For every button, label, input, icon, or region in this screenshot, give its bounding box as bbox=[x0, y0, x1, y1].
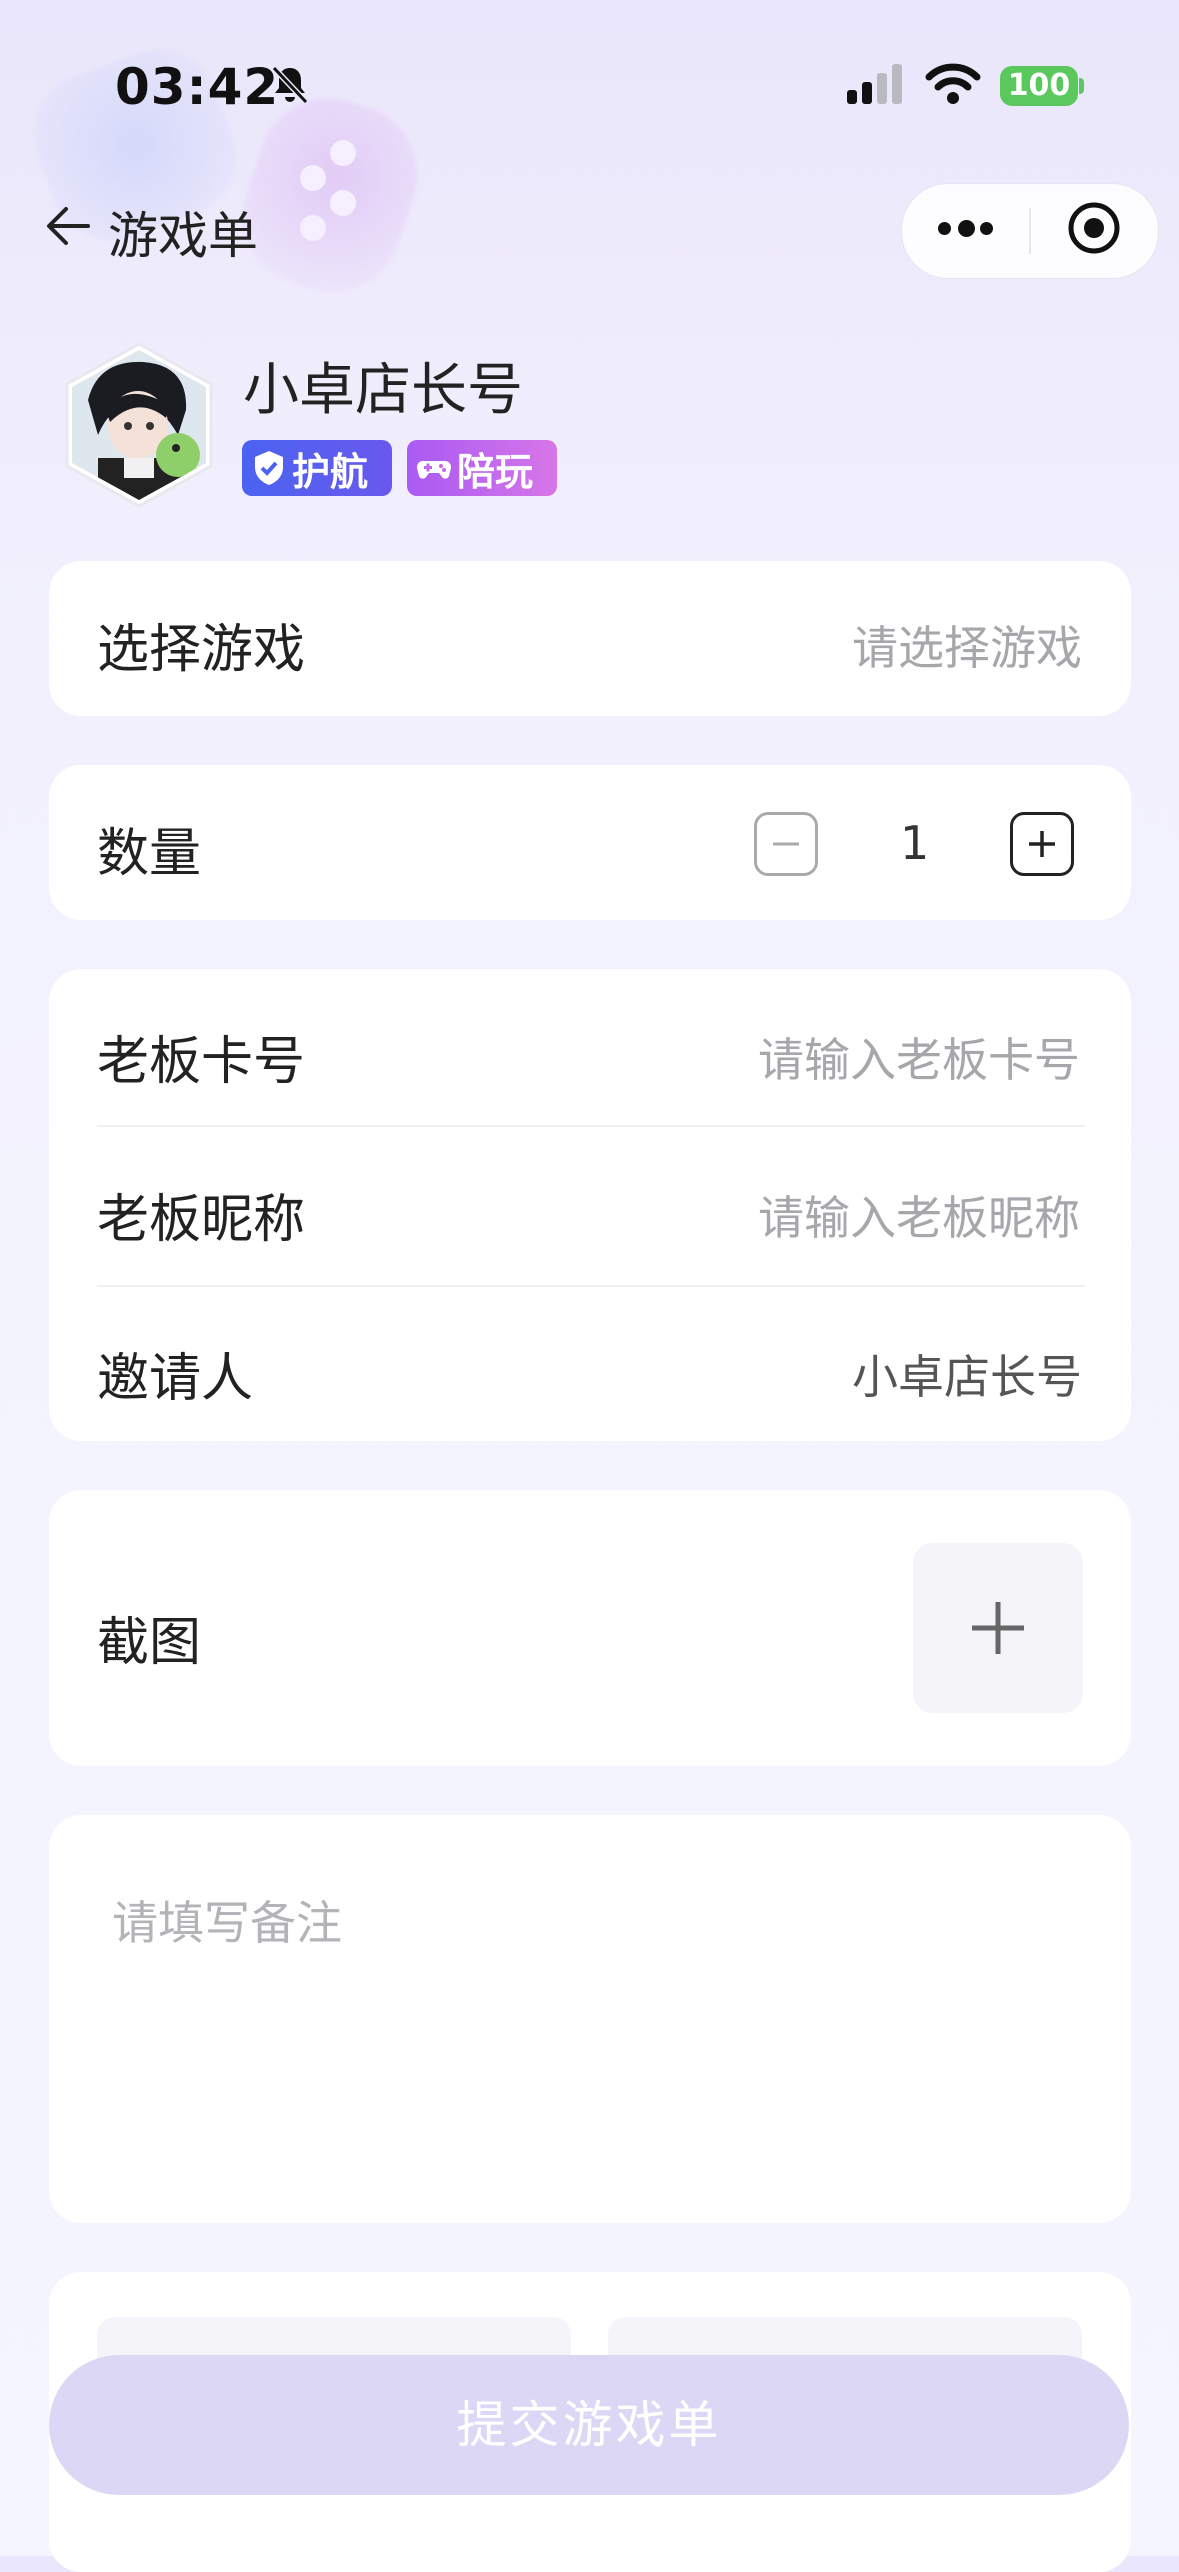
more-icon[interactable] bbox=[980, 222, 993, 235]
inviter-label: 邀请人 bbox=[97, 1349, 254, 1409]
boss-card-input[interactable]: 请输入老板卡号 bbox=[758, 1024, 1080, 1090]
battery-cap bbox=[1079, 78, 1084, 94]
plus-icon bbox=[1029, 831, 1055, 857]
boss-nickname-label: 老板昵称 bbox=[97, 1190, 306, 1250]
battery-level: 100 bbox=[1000, 66, 1078, 106]
page-title: 游戏单 bbox=[108, 207, 258, 265]
decorative-dot bbox=[330, 140, 356, 166]
decorative-dot bbox=[300, 215, 326, 241]
close-target-icon[interactable] bbox=[1066, 200, 1122, 256]
quantity-value: 1 bbox=[900, 816, 930, 870]
quantity-row bbox=[49, 765, 1131, 920]
inviter-value[interactable]: 小卓店长号 bbox=[852, 1341, 1082, 1407]
back-arrow-icon[interactable] bbox=[42, 200, 94, 252]
remark-placeholder: 请填写备注 bbox=[112, 1896, 342, 1950]
more-icon[interactable] bbox=[958, 220, 975, 237]
select-game-label: 选择游戏 bbox=[97, 620, 306, 680]
quantity-decrease-button[interactable] bbox=[754, 812, 818, 876]
plus-icon bbox=[972, 1602, 1024, 1654]
capsule-divider bbox=[1029, 208, 1031, 254]
badge-companion-label: 陪玩 bbox=[457, 449, 534, 494]
profile-name: 小卓店长号 bbox=[243, 358, 523, 423]
divider bbox=[97, 1285, 1085, 1287]
badge-escort-label: 护航 bbox=[292, 449, 369, 494]
decorative-dot bbox=[330, 190, 356, 216]
submit-button[interactable]: 提交游戏单 bbox=[49, 2355, 1129, 2495]
boss-nickname-input[interactable]: 请输入老板昵称 bbox=[758, 1182, 1080, 1248]
verified-shield-icon bbox=[255, 451, 283, 485]
screenshot-label: 截图 bbox=[97, 1613, 202, 1673]
gamepad-icon bbox=[416, 460, 452, 479]
more-icon[interactable] bbox=[938, 222, 951, 235]
quantity-increase-button[interactable] bbox=[1010, 812, 1074, 876]
select-game-placeholder[interactable]: 请选择游戏 bbox=[852, 612, 1082, 678]
avatar bbox=[65, 342, 213, 508]
divider bbox=[97, 1125, 1085, 1127]
wifi-icon bbox=[925, 63, 981, 104]
bell-muted-icon bbox=[271, 65, 309, 105]
badge-companion: 陪玩 bbox=[407, 440, 557, 496]
minus-icon bbox=[773, 842, 799, 846]
decorative-dot bbox=[300, 165, 326, 191]
boss-card-label: 老板卡号 bbox=[97, 1032, 306, 1092]
quantity-label: 数量 bbox=[97, 824, 202, 884]
remark-textarea[interactable] bbox=[49, 1815, 1131, 2223]
badge-escort: 护航 bbox=[242, 440, 392, 496]
status-time: 03:42 bbox=[115, 58, 280, 116]
upload-screenshot-button[interactable] bbox=[913, 1543, 1083, 1713]
cellular-signal-icon bbox=[847, 64, 902, 104]
